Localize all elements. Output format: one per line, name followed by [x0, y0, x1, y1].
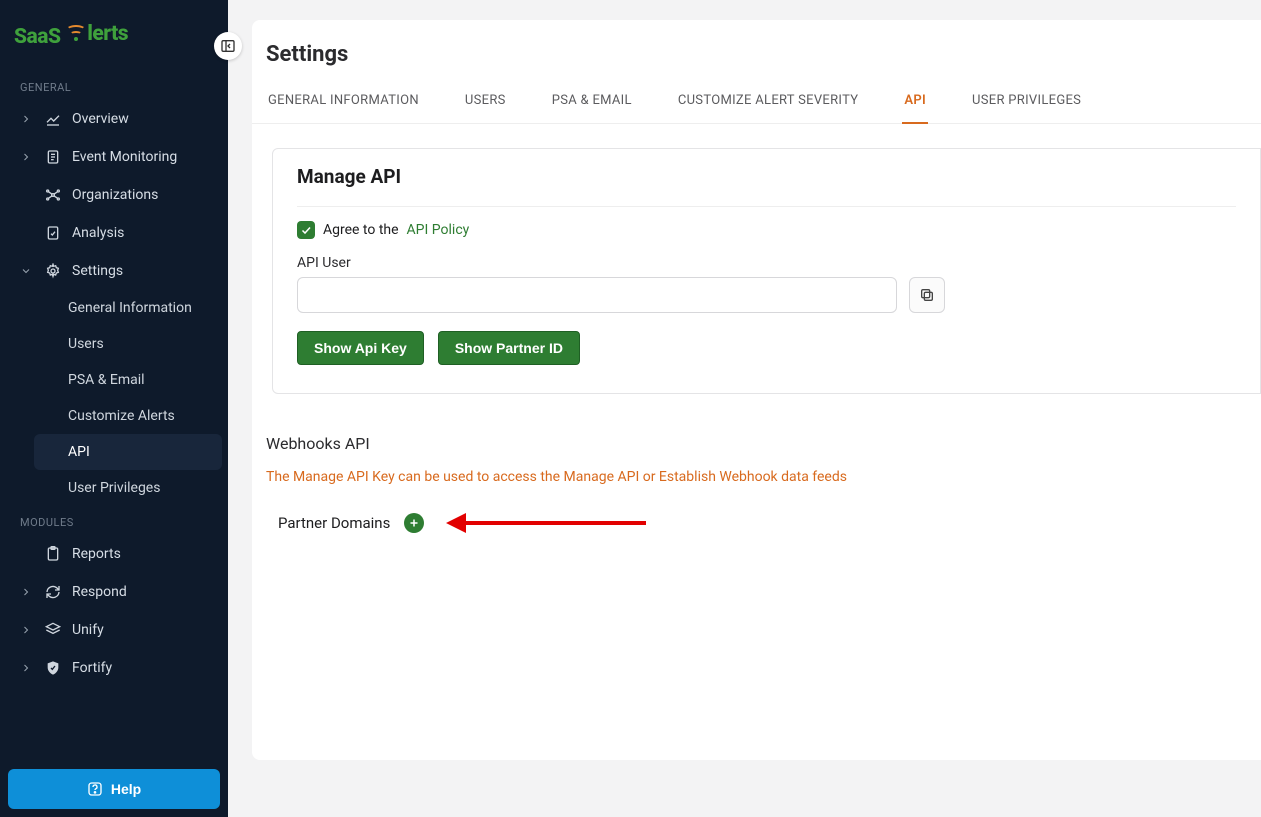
chevron-down-icon [20, 265, 34, 277]
webhooks-notice: The Manage API Key can be used to access… [266, 469, 1261, 485]
brand-logo: SaaS lerts [0, 0, 228, 71]
sidebar-item-label: Settings [72, 263, 208, 279]
sidebar-item-organizations[interactable]: Organizations [6, 176, 222, 214]
tab-general-information[interactable]: GENERAL INFORMATION [266, 83, 421, 124]
sidebar-collapse-button[interactable] [214, 32, 242, 60]
help-button[interactable]: Help [8, 769, 220, 809]
sidebar-section-general: GENERAL [6, 71, 222, 100]
add-partner-domain-button[interactable] [404, 513, 424, 533]
sidebar-sub-users[interactable]: Users [34, 326, 222, 362]
sidebar-sub-label: User Privileges [68, 480, 160, 496]
tab-api[interactable]: API [902, 83, 928, 124]
sidebar-sub-customize-alerts[interactable]: Customize Alerts [34, 398, 222, 434]
api-policy-link[interactable]: API Policy [407, 222, 470, 238]
sidebar-item-overview[interactable]: Overview [6, 100, 222, 138]
chart-line-icon [44, 110, 62, 128]
tab-psa-email[interactable]: PSA & EMAIL [550, 83, 634, 124]
tab-user-privileges[interactable]: USER PRIVILEGES [970, 83, 1083, 124]
help-circle-icon [87, 781, 103, 797]
chevron-right-icon [20, 586, 34, 598]
check-icon [300, 224, 312, 236]
sidebar-sub-general-information[interactable]: General Information [34, 290, 222, 326]
agree-checkbox[interactable] [297, 221, 315, 239]
sidebar-item-unify[interactable]: Unify [6, 611, 222, 649]
layers-icon [44, 621, 62, 639]
gear-icon [44, 262, 62, 280]
partner-domains-label: Partner Domains [278, 514, 390, 532]
sidebar-item-label: Event Monitoring [72, 149, 208, 165]
sidebar-item-label: Analysis [72, 225, 208, 241]
shield-check-icon [44, 659, 62, 677]
chevron-right-icon [20, 662, 34, 674]
show-api-key-button[interactable]: Show Api Key [297, 331, 424, 365]
api-user-label: API User [297, 255, 1236, 271]
annotation-arrow [446, 513, 646, 533]
network-icon [44, 186, 62, 204]
sidebar-item-label: Fortify [72, 660, 208, 676]
sidebar-sub-label: API [68, 444, 90, 460]
sidebar-item-label: Reports [72, 546, 208, 562]
sidebar-sub-psa-email[interactable]: PSA & Email [34, 362, 222, 398]
sidebar-item-label: Overview [72, 111, 208, 127]
clipboard-list-icon [44, 148, 62, 166]
sidebar-item-label: Organizations [72, 187, 208, 203]
tab-users[interactable]: USERS [463, 83, 508, 124]
sidebar-item-event-monitoring[interactable]: Event Monitoring [6, 138, 222, 176]
sidebar: SaaS lerts GENERAL Overview [0, 0, 228, 817]
sidebar-item-reports[interactable]: Reports [6, 535, 222, 573]
manage-api-panel: Manage API Agree to the API Policy API U… [272, 148, 1261, 394]
sidebar-item-analysis[interactable]: Analysis [6, 214, 222, 252]
clipboard-icon [44, 545, 62, 563]
chevron-right-icon [20, 151, 34, 163]
sidebar-sub-user-privileges[interactable]: User Privileges [34, 470, 222, 506]
show-partner-id-button[interactable]: Show Partner ID [438, 331, 580, 365]
copy-icon [919, 287, 935, 303]
page-title: Settings [252, 42, 1261, 83]
sidebar-sub-label: Customize Alerts [68, 408, 175, 424]
copy-button[interactable] [909, 277, 945, 313]
help-label: Help [111, 781, 141, 797]
chevron-right-icon [20, 624, 34, 636]
sidebar-item-respond[interactable]: Respond [6, 573, 222, 611]
api-user-input[interactable] [297, 277, 897, 313]
sidebar-sub-label: General Information [68, 300, 192, 316]
sidebar-sub-api[interactable]: API [34, 434, 222, 470]
sidebar-item-label: Respond [72, 584, 208, 600]
sidebar-section-modules: MODULES [6, 506, 222, 535]
tab-customize-alert-severity[interactable]: CUSTOMIZE ALERT SEVERITY [676, 83, 861, 124]
chevron-right-icon [20, 113, 34, 125]
refresh-icon [44, 583, 62, 601]
sidebar-sub-label: PSA & Email [68, 372, 145, 388]
sidebar-item-fortify[interactable]: Fortify [6, 649, 222, 687]
agree-text: Agree to the [323, 222, 399, 238]
sidebar-item-settings[interactable]: Settings [6, 252, 222, 290]
webhooks-heading: Webhooks API [266, 434, 1261, 453]
wifi-icon [66, 25, 86, 43]
clipboard-check-icon [44, 224, 62, 242]
main-content: Settings GENERAL INFORMATION USERS PSA &… [228, 0, 1261, 817]
settings-tabs: GENERAL INFORMATION USERS PSA & EMAIL CU… [252, 83, 1261, 124]
plus-icon [408, 517, 420, 529]
sidebar-sub-label: Users [68, 336, 104, 352]
manage-api-heading: Manage API [297, 165, 1236, 188]
panel-left-close-icon [220, 38, 236, 54]
sidebar-item-label: Unify [72, 622, 208, 638]
